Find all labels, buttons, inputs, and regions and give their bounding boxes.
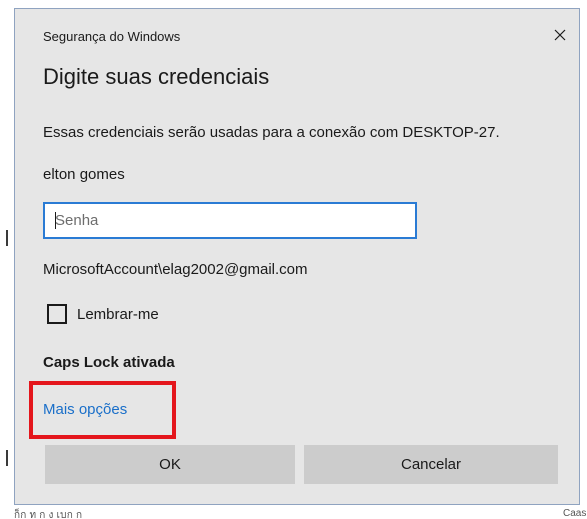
caps-lock-warning: Caps Lock ativada [43, 354, 175, 371]
background-window-left [0, 0, 14, 519]
background-right-text: Caas [563, 508, 587, 519]
account-label: MicrosoftAccount\elag2002@gmail.com [43, 261, 308, 278]
username-label: elton gomes [43, 166, 125, 183]
window-title: Segurança do Windows [43, 29, 181, 44]
background-bottom-text: ก็ก ท ก ง เบก ก [14, 510, 83, 519]
dialog-heading: Digite suas credenciais [43, 64, 270, 89]
close-icon [554, 29, 566, 41]
remember-me-label: Lembrar-me [77, 305, 159, 323]
text-caret [55, 212, 56, 229]
background-window-bottom [0, 506, 587, 519]
checkbox-box[interactable] [47, 304, 67, 324]
credentials-dialog: Segurança do Windows Digite suas credenc… [14, 8, 580, 505]
dialog-description: Essas credenciais serão usadas para a co… [43, 124, 500, 141]
cancel-button[interactable]: Cancelar [304, 445, 558, 484]
remember-me-checkbox[interactable]: Lembrar-me [47, 301, 159, 327]
close-button[interactable] [548, 23, 572, 47]
password-input[interactable] [43, 202, 417, 239]
screenshot-stage: ก็ก ท ก ง เบก ก Caas Segurança do Window… [0, 0, 587, 519]
background-tick [6, 450, 8, 466]
background-tick [6, 230, 8, 246]
more-options-link[interactable]: Mais opções [43, 401, 127, 418]
ok-button[interactable]: OK [45, 445, 295, 484]
